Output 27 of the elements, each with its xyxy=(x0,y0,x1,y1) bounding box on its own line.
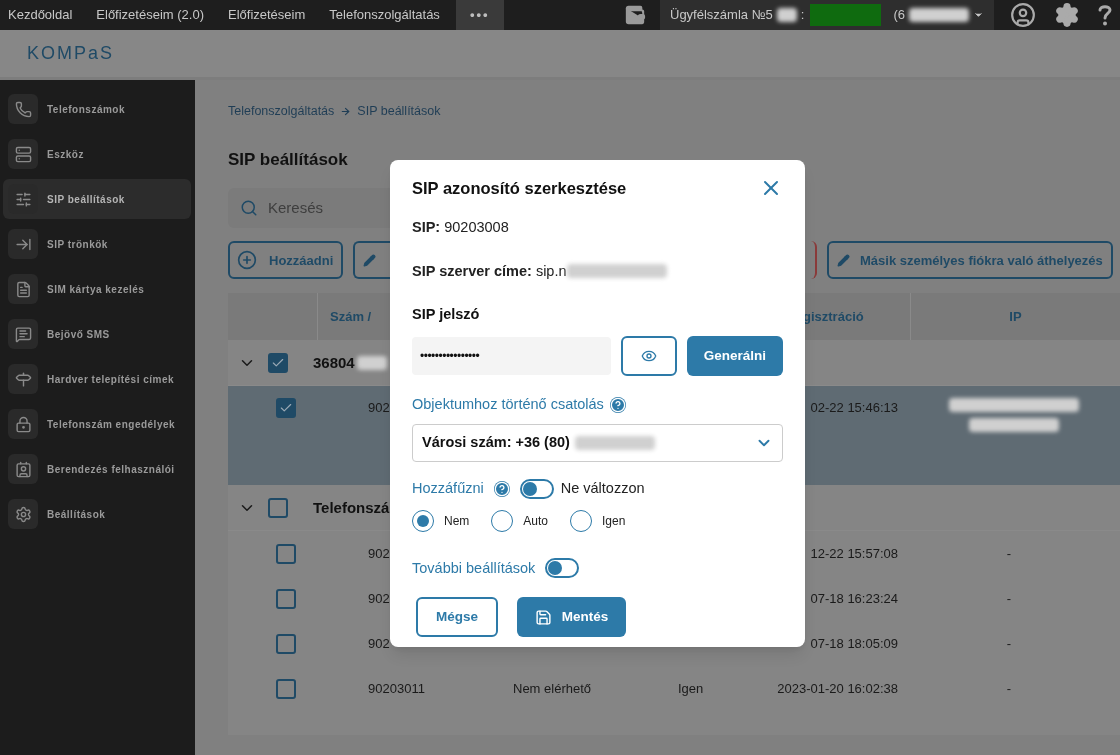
table-cell-text: 07-18 18:05:09 xyxy=(810,635,898,653)
toggle-label: Ne változzon xyxy=(560,478,645,498)
table-cell-text: 902 xyxy=(368,545,390,563)
append-label: Hozzáfűzni xyxy=(412,478,484,498)
table-cell-text: 2023-01-20 16:02:38 xyxy=(777,680,898,698)
table-cell-text: 07-18 16:23:24 xyxy=(810,590,898,608)
table-cell-text: 902 xyxy=(368,399,390,418)
table-cell-text: - xyxy=(1006,635,1012,653)
table-cell-text: - xyxy=(1006,545,1012,563)
table-cell-text: 02-22 15:46:13 xyxy=(810,399,898,418)
table-cell-text: 902 xyxy=(368,635,390,653)
sip-id-text: SIP: 90203008 xyxy=(412,217,510,237)
group-label: 36804 xyxy=(313,352,355,373)
server-address-text: SIP szerver címe: sip.n xyxy=(412,261,567,281)
table-cell-text: - xyxy=(1006,590,1012,608)
attach-label: Objektumhoz történő csatolás xyxy=(412,395,604,414)
table-cell-text: 90203011 xyxy=(368,680,425,698)
group-label: Telefonszá xyxy=(313,497,390,518)
table-cell-text: Nem elérhető xyxy=(513,680,592,698)
table-cell-text: 12-22 15:57:08 xyxy=(810,545,898,563)
table-cell-text: 902 xyxy=(368,590,390,608)
more-settings-label: További beállítások xyxy=(412,558,536,578)
table-cell-text: - xyxy=(1006,680,1012,698)
page-title: SIP beállítások xyxy=(228,148,349,171)
dialog-title: SIP azonosító szerkesztése xyxy=(412,178,627,199)
table-cell-text: Igen xyxy=(678,680,704,698)
password-label: SIP jelszó xyxy=(412,305,481,325)
